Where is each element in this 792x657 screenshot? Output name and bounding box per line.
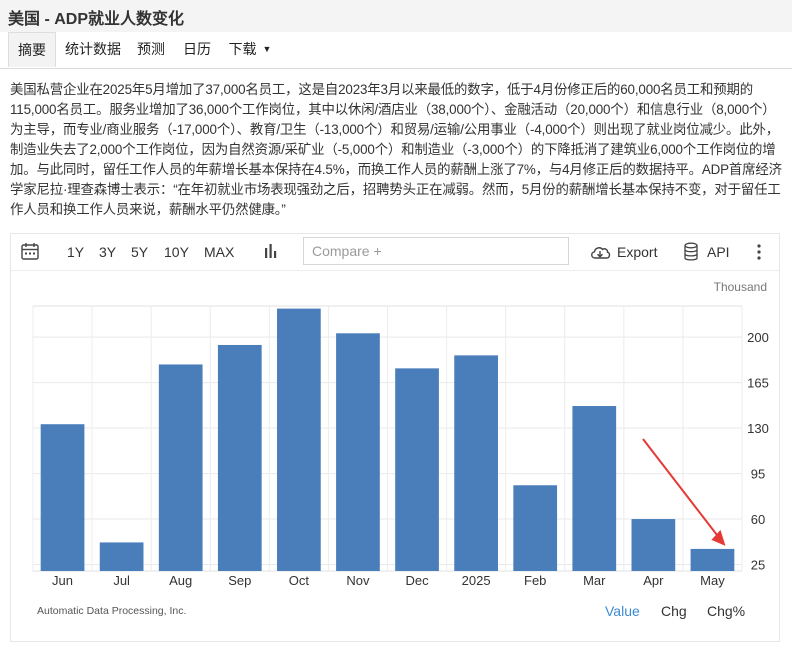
- tab-calendar-label: 日历: [183, 41, 211, 57]
- bar: [40, 424, 85, 571]
- tab-summary[interactable]: 摘要: [8, 32, 56, 67]
- x-tick-label: Apr: [643, 573, 664, 588]
- y-tick-label: 95: [751, 467, 765, 482]
- bar: [217, 344, 262, 571]
- tab-forecast[interactable]: 预测: [132, 32, 170, 67]
- x-tick-label: Mar: [583, 573, 606, 588]
- x-tick-label: Jun: [52, 573, 73, 588]
- bar: [572, 406, 617, 571]
- x-tick-label: Oct: [289, 573, 310, 588]
- x-tick-label: May: [700, 573, 725, 588]
- bar: [513, 485, 558, 571]
- bar: [631, 519, 676, 571]
- summary-text: 美国私营企业在2025年5月增加了37,000名员工，这是自2023年3月以来最…: [10, 82, 782, 217]
- bar: [690, 548, 735, 571]
- tab-calendar[interactable]: 日历: [178, 32, 216, 67]
- view-chgpct-button[interactable]: Chg%: [707, 603, 745, 619]
- chart-panel: 1Y 3Y 5Y 10Y MAX Export: [10, 233, 780, 642]
- bar: [158, 364, 203, 571]
- y-tick-label: 25: [751, 558, 765, 573]
- tab-download[interactable]: 下载 ▼: [224, 32, 276, 67]
- y-tick-label: 165: [747, 376, 769, 391]
- tab-statistics[interactable]: 统计数据: [62, 32, 124, 67]
- bar: [99, 542, 144, 571]
- x-tick-label: Nov: [346, 573, 370, 588]
- x-tick-label: 2025: [462, 573, 491, 588]
- tab-summary-label: 摘要: [18, 42, 46, 58]
- annotation-arrow-head: [711, 529, 726, 546]
- view-value-button[interactable]: Value: [605, 603, 640, 619]
- x-tick-label: Aug: [169, 573, 192, 588]
- y-tick-label: 130: [747, 421, 769, 436]
- tab-download-label: 下载: [228, 41, 257, 57]
- page-title: 美国 - ADP就业人数变化: [8, 11, 185, 28]
- y-tick-label: 200: [747, 330, 769, 345]
- bar-chart: Thousand 25 60 95 130 165 200 Jun Jul Aug Sep Oct No…: [32, 280, 769, 588]
- tab-bar: 摘要 统计数据 预测 日历 下载 ▼: [0, 32, 792, 69]
- bar: [336, 333, 380, 571]
- x-tick-label: Feb: [524, 573, 546, 588]
- view-chg-button[interactable]: Chg: [661, 603, 687, 619]
- x-tick-label: Jul: [113, 573, 130, 588]
- unit-label: Thousand: [714, 280, 767, 294]
- y-tick-label: 60: [751, 512, 765, 527]
- source-label: Automatic Data Processing, Inc.: [37, 605, 187, 617]
- title-bar: 美国 - ADP就业人数变化: [0, 0, 792, 33]
- tab-statistics-label: 统计数据: [65, 41, 121, 57]
- caret-down-icon: ▼: [262, 44, 272, 54]
- bar: [277, 308, 321, 571]
- bar: [395, 368, 439, 571]
- x-tick-label: Sep: [228, 573, 251, 588]
- tab-forecast-label: 预测: [137, 41, 165, 57]
- x-tick-label: Dec: [405, 573, 429, 588]
- bar: [454, 355, 498, 571]
